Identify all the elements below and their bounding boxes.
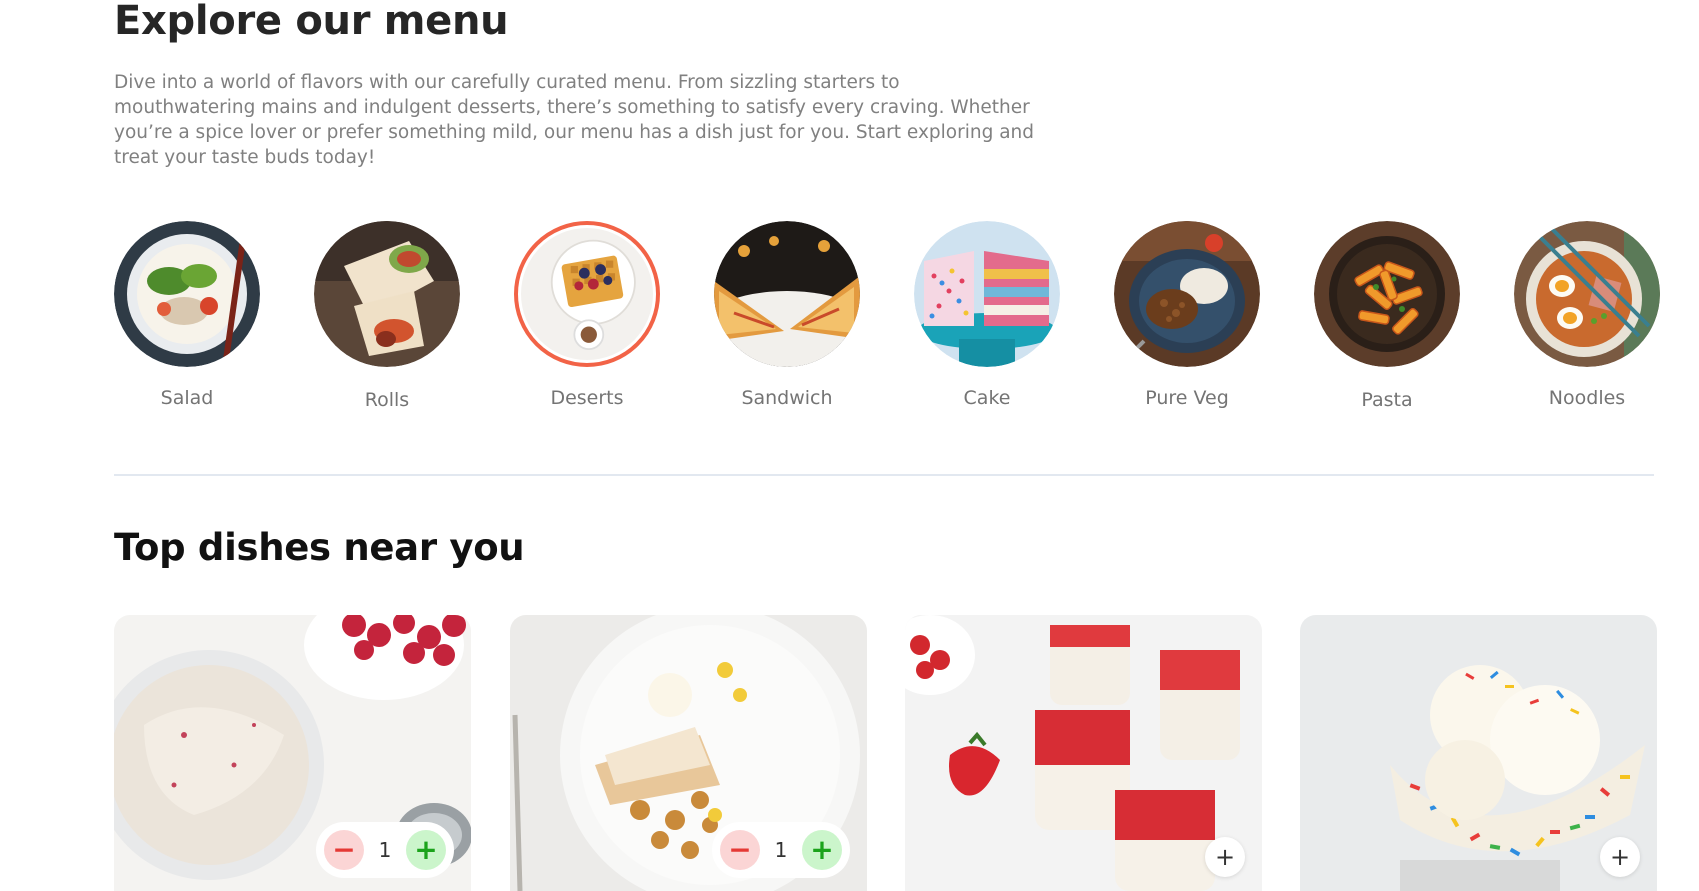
explore-menu-description: Dive into a world of flavors with our ca… — [114, 72, 1035, 168]
menu-label-sandwich: Sandwich — [741, 387, 833, 409]
menu-item-salad[interactable]: Salad — [114, 221, 260, 409]
menu-label-cake: Cake — [963, 387, 1011, 409]
pasta-image — [1314, 221, 1460, 367]
salad-image — [114, 221, 260, 367]
quantity-value: 1 — [774, 838, 788, 862]
dish-card[interactable]: − 1 + — [114, 615, 471, 891]
add-to-cart-button[interactable]: + — [1600, 837, 1640, 877]
section-divider — [114, 474, 1654, 476]
menu-item-sandwich[interactable]: Sandwich — [714, 221, 860, 409]
decrease-quantity-button[interactable]: − — [720, 830, 760, 870]
menu-item-pasta[interactable]: Pasta — [1314, 221, 1460, 411]
add-to-cart-button[interactable]: + — [1205, 837, 1245, 877]
quantity-counter: − 1 + — [712, 822, 850, 878]
menu-item-cake[interactable]: Cake — [914, 221, 1060, 409]
menu-item-noodles[interactable]: Noodles — [1514, 221, 1660, 409]
quantity-counter: − 1 + — [316, 822, 454, 878]
menu-label-salad: Salad — [160, 387, 214, 409]
menu-item-rolls[interactable]: Rolls — [314, 221, 460, 411]
menu-label-noodles: Noodles — [1548, 387, 1626, 409]
menu-label-deserts: Deserts — [550, 387, 624, 409]
dish-card[interactable]: + — [1300, 615, 1657, 891]
menu-item-deserts[interactable]: Deserts — [514, 221, 660, 409]
menu-label-pasta: Pasta — [1361, 389, 1413, 411]
cake-image — [914, 221, 1060, 367]
top-dishes-title: Top dishes near you — [114, 526, 525, 569]
dish-card[interactable]: + — [905, 615, 1262, 891]
menu-label-pure-veg: Pure Veg — [1145, 387, 1229, 409]
increase-quantity-button[interactable]: + — [405, 830, 446, 870]
explore-menu-title: Explore our menu — [114, 0, 509, 44]
increase-quantity-button[interactable]: + — [801, 830, 842, 870]
menu-item-pure-veg[interactable]: Pure Veg — [1114, 221, 1260, 409]
sandwich-image — [714, 221, 860, 367]
dish-card[interactable]: − 1 + — [510, 615, 867, 891]
menu-category-list: Salad Rolls Deserts Sandwich Cake Pure V… — [114, 221, 1660, 421]
rolls-image — [314, 221, 460, 367]
deserts-image — [514, 221, 660, 367]
decrease-quantity-button[interactable]: − — [324, 830, 364, 870]
quantity-value: 1 — [378, 838, 392, 862]
menu-label-rolls: Rolls — [364, 389, 410, 411]
noodles-image — [1514, 221, 1660, 367]
page: Explore our menu Dive into a world of fl… — [0, 0, 1699, 891]
pure-veg-image — [1114, 221, 1260, 367]
